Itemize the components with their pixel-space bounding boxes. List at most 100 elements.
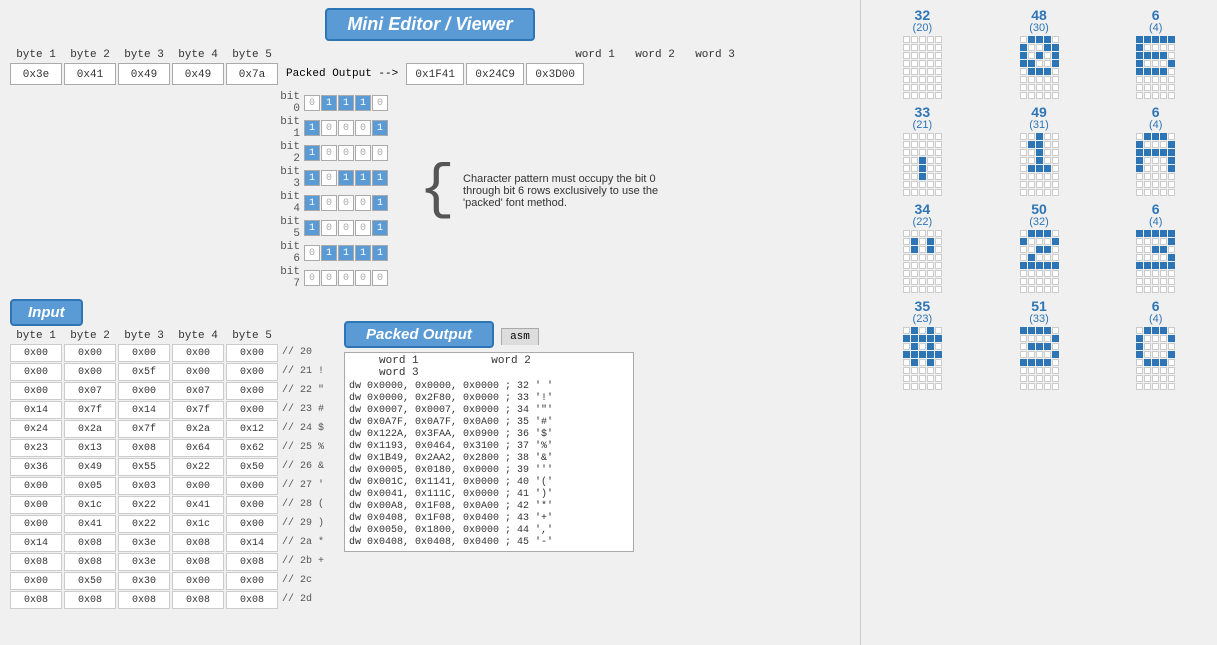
bit-cell[interactable]: 0: [338, 270, 354, 286]
byte3-value[interactable]: 0x49: [118, 63, 170, 85]
bit-cell[interactable]: 1: [372, 170, 388, 186]
bit-cell[interactable]: 1: [321, 245, 337, 261]
data-cell[interactable]: 0x00: [172, 344, 224, 362]
data-cell[interactable]: 0x05: [64, 477, 116, 495]
bit-cell[interactable]: 1: [372, 220, 388, 236]
data-cell[interactable]: 0x7f: [64, 401, 116, 419]
data-cell[interactable]: 0x08: [10, 553, 62, 571]
byte5-value[interactable]: 0x7a: [226, 63, 278, 85]
bit-cell[interactable]: 1: [355, 95, 371, 111]
data-cell[interactable]: 0x3e: [118, 534, 170, 552]
data-cell[interactable]: 0x00: [10, 382, 62, 400]
bit-cell[interactable]: 0: [321, 195, 337, 211]
bit-cell[interactable]: 0: [321, 270, 337, 286]
data-cell[interactable]: 0x36: [10, 458, 62, 476]
data-cell[interactable]: 0x2a: [64, 420, 116, 438]
bit-cell[interactable]: 1: [321, 95, 337, 111]
bit-cell[interactable]: 1: [355, 170, 371, 186]
data-cell[interactable]: 0x00: [10, 572, 62, 590]
data-cell[interactable]: 0x30: [118, 572, 170, 590]
data-cell[interactable]: 0x23: [10, 439, 62, 457]
bit-cell[interactable]: 0: [372, 145, 388, 161]
data-cell[interactable]: 0x00: [226, 363, 278, 381]
bit-cell[interactable]: 0: [321, 145, 337, 161]
data-cell[interactable]: 0x07: [172, 382, 224, 400]
data-cell[interactable]: 0x22: [172, 458, 224, 476]
bit-cell[interactable]: 1: [304, 170, 320, 186]
bit-cell[interactable]: 1: [338, 95, 354, 111]
bit-cell[interactable]: 1: [304, 145, 320, 161]
byte2-value[interactable]: 0x41: [64, 63, 116, 85]
data-cell[interactable]: 0x08: [226, 591, 278, 609]
data-cell[interactable]: 0x00: [226, 515, 278, 533]
data-cell[interactable]: 0x08: [64, 553, 116, 571]
bit-cell[interactable]: 0: [321, 220, 337, 236]
bit-cell[interactable]: 1: [304, 195, 320, 211]
data-cell[interactable]: 0x49: [64, 458, 116, 476]
data-cell[interactable]: 0x00: [226, 496, 278, 514]
data-cell[interactable]: 0x55: [118, 458, 170, 476]
asm-tab[interactable]: asm: [501, 328, 539, 345]
data-cell[interactable]: 0x22: [118, 515, 170, 533]
data-cell[interactable]: 0x00: [226, 401, 278, 419]
data-cell[interactable]: 0x08: [226, 553, 278, 571]
data-cell[interactable]: 0x00: [64, 344, 116, 362]
bit-cell[interactable]: 0: [355, 145, 371, 161]
data-cell[interactable]: 0x41: [64, 515, 116, 533]
data-cell[interactable]: 0x24: [10, 420, 62, 438]
data-cell[interactable]: 0x7f: [118, 420, 170, 438]
data-cell[interactable]: 0x13: [64, 439, 116, 457]
bit-cell[interactable]: 0: [355, 270, 371, 286]
data-cell[interactable]: 0x00: [226, 344, 278, 362]
bit-cell[interactable]: 0: [338, 220, 354, 236]
bit-cell[interactable]: 0: [338, 120, 354, 136]
data-cell[interactable]: 0x00: [10, 363, 62, 381]
bit-cell[interactable]: 1: [372, 195, 388, 211]
data-cell[interactable]: 0x00: [118, 344, 170, 362]
data-cell[interactable]: 0x41: [172, 496, 224, 514]
bit-cell[interactable]: 1: [355, 245, 371, 261]
data-cell[interactable]: 0x00: [226, 572, 278, 590]
data-cell[interactable]: 0x03: [118, 477, 170, 495]
data-cell[interactable]: 0x07: [64, 382, 116, 400]
data-cell[interactable]: 0x2a: [172, 420, 224, 438]
bit-cell[interactable]: 1: [372, 120, 388, 136]
data-cell[interactable]: 0x14: [10, 401, 62, 419]
data-cell[interactable]: 0x14: [226, 534, 278, 552]
data-cell[interactable]: 0x00: [10, 496, 62, 514]
bit-cell[interactable]: 0: [355, 220, 371, 236]
data-cell[interactable]: 0x50: [226, 458, 278, 476]
data-cell[interactable]: 0x00: [64, 363, 116, 381]
bit-cell[interactable]: 1: [372, 245, 388, 261]
data-cell[interactable]: 0x08: [118, 439, 170, 457]
data-cell[interactable]: 0x7f: [172, 401, 224, 419]
bit-cell[interactable]: 1: [304, 120, 320, 136]
data-cell[interactable]: 0x00: [10, 515, 62, 533]
bit-cell[interactable]: 0: [338, 195, 354, 211]
data-cell[interactable]: 0x62: [226, 439, 278, 457]
data-cell[interactable]: 0x08: [172, 591, 224, 609]
bit-cell[interactable]: 1: [304, 220, 320, 236]
data-cell[interactable]: 0x00: [226, 382, 278, 400]
data-cell[interactable]: 0x08: [118, 591, 170, 609]
data-cell[interactable]: 0x1c: [64, 496, 116, 514]
data-cell[interactable]: 0x1c: [172, 515, 224, 533]
data-cell[interactable]: 0x00: [118, 382, 170, 400]
data-cell[interactable]: 0x50: [64, 572, 116, 590]
bit-cell[interactable]: 1: [338, 170, 354, 186]
bit-cell[interactable]: 0: [304, 270, 320, 286]
byte1-value[interactable]: 0x3e: [10, 63, 62, 85]
bit-cell[interactable]: 0: [355, 195, 371, 211]
bit-cell[interactable]: 1: [338, 245, 354, 261]
data-cell[interactable]: 0x00: [172, 572, 224, 590]
data-cell[interactable]: 0x08: [172, 534, 224, 552]
data-cell[interactable]: 0x08: [172, 553, 224, 571]
data-cell[interactable]: 0x00: [10, 477, 62, 495]
data-cell[interactable]: 0x08: [64, 534, 116, 552]
bit-cell[interactable]: 0: [321, 170, 337, 186]
data-cell[interactable]: 0x64: [172, 439, 224, 457]
bit-cell[interactable]: 0: [321, 120, 337, 136]
data-cell[interactable]: 0x12: [226, 420, 278, 438]
bit-cell[interactable]: 0: [304, 95, 320, 111]
bit-cell[interactable]: 0: [372, 270, 388, 286]
